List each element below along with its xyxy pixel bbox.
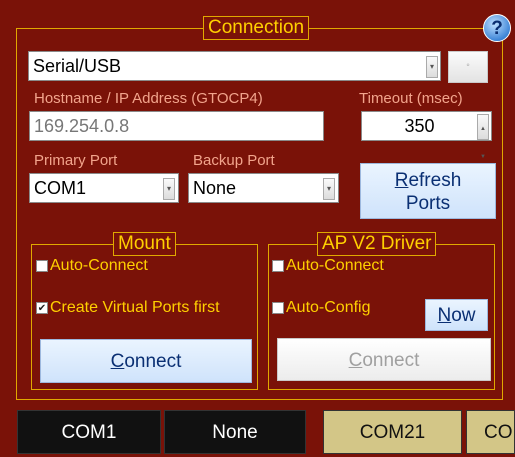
port-tab-partial[interactable]: CO: [466, 410, 515, 454]
mount-title: Mount: [113, 232, 176, 256]
checkbox-icon: [272, 302, 284, 314]
port-tab-com1[interactable]: COM1: [17, 410, 161, 454]
chevron-down-icon: ▾: [323, 178, 335, 200]
port-tab-none[interactable]: None: [164, 410, 306, 454]
hostname-field[interactable]: 169.254.0.8: [29, 111, 324, 141]
ap-auto-connect-label: Auto-Connect: [286, 257, 384, 274]
backup-port-value: None: [193, 178, 237, 198]
refresh-accel-letter: R: [394, 170, 409, 191]
ap-connect-label-rest: onnect: [362, 350, 420, 371]
ap-connect-button[interactable]: Connect: [277, 338, 491, 381]
checkbox-icon: [36, 260, 48, 272]
connection-type-select[interactable]: Serial/USB ▾: [28, 51, 441, 81]
ap-auto-connect-checkbox[interactable]: Auto-Connect: [272, 257, 384, 275]
connection-title: Connection: [203, 16, 310, 40]
timeout-stepper[interactable]: 350 ▲ ▼: [361, 111, 492, 160]
checkmark-icon: ✔: [36, 302, 48, 314]
refresh-ports-button[interactable]: Refresh Ports: [360, 163, 496, 219]
ap-config-now-button[interactable]: Now: [425, 299, 488, 331]
mount-connect-button[interactable]: Connect: [40, 339, 252, 383]
now-accel: N: [437, 305, 452, 326]
timeout-value: 350: [404, 116, 435, 136]
refresh-label-line2: Ports: [405, 193, 451, 214]
backup-port-select[interactable]: None ▾: [188, 173, 339, 203]
ap-auto-config-checkbox[interactable]: Auto-Config: [272, 299, 371, 317]
ap-connect-accel: C: [348, 350, 363, 371]
connection-type-value: Serial/USB: [33, 56, 122, 76]
up-down-arrows-icon[interactable]: ▲ ▼: [477, 114, 489, 160]
now-label-rest: ow: [451, 305, 476, 326]
primary-port-value: COM1: [34, 178, 87, 198]
help-icon[interactable]: ?: [483, 14, 511, 42]
backup-port-label: Backup Port: [193, 152, 275, 169]
mount-auto-connect-checkbox[interactable]: Auto-Connect: [36, 257, 148, 275]
ap-auto-config-label: Auto-Config: [286, 299, 371, 316]
connection-settings-button[interactable]: ◦: [448, 51, 488, 83]
mount-virtual-ports-label: Create Virtual Ports first: [50, 299, 220, 316]
refresh-label-rest: efresh: [408, 170, 462, 191]
mount-connect-label-rest: onnect: [124, 351, 182, 372]
checkbox-icon: [272, 260, 284, 272]
primary-port-label: Primary Port: [34, 152, 118, 169]
timeout-label: Timeout (msec): [359, 90, 463, 107]
primary-port-select[interactable]: COM1 ▾: [29, 173, 179, 203]
mount-auto-connect-label: Auto-Connect: [50, 257, 148, 274]
hostname-label: Hostname / IP Address (GTOCP4): [34, 90, 263, 107]
chevron-down-icon: ▾: [163, 178, 175, 200]
mount-connect-accel: C: [110, 351, 125, 372]
chevron-down-icon: ▾: [426, 56, 438, 78]
port-tab-com21[interactable]: COM21: [323, 410, 462, 454]
ap-driver-title: AP V2 Driver: [317, 232, 437, 256]
mount-virtual-ports-checkbox[interactable]: ✔ Create Virtual Ports first: [36, 299, 220, 317]
